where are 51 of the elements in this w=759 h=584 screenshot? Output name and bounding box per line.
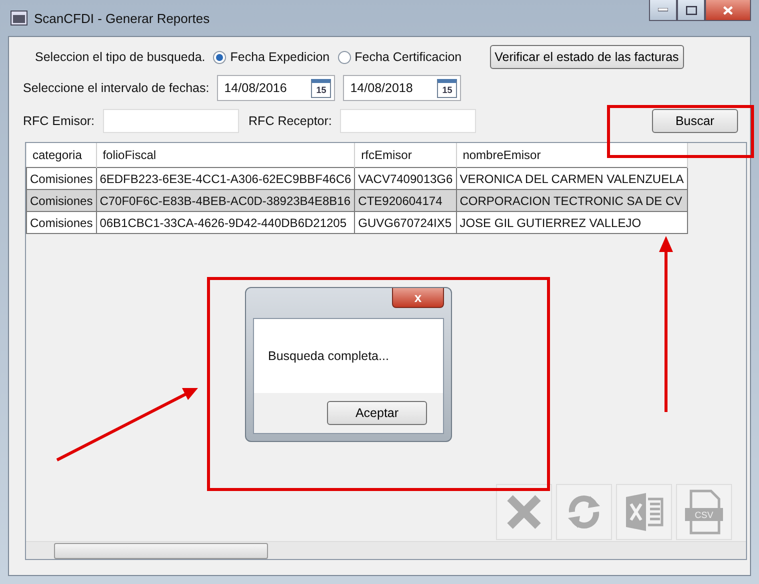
close-icon [723, 6, 733, 14]
search-type-label: Seleccion el tipo de busqueda. [35, 50, 206, 64]
column-header[interactable]: folioFiscal [96, 143, 355, 168]
table-cell: VERONICA DEL CARMEN VALENZUELA [456, 168, 688, 190]
close-button[interactable] [705, 0, 751, 21]
rfc-emisor-field[interactable] [102, 109, 239, 133]
table-cell: GUVG670724IX5 [354, 212, 456, 234]
accept-button[interactable]: Aceptar [327, 401, 427, 425]
table-cell: Comisiones [26, 168, 96, 190]
rfc-receptor-field[interactable] [340, 109, 476, 133]
maximize-icon [686, 6, 696, 14]
minimize-icon [658, 8, 668, 12]
refresh-button[interactable] [556, 484, 612, 540]
table-cell: JOSE GIL GUTIERREZ VALLEJO [456, 212, 688, 234]
clear-button[interactable] [496, 484, 552, 540]
maximize-button[interactable] [677, 0, 705, 21]
table-cell: Comisiones [26, 190, 96, 212]
date-range-label: Seleccione el intervalo de fechas: [23, 81, 210, 95]
table-cell: CTE920604174 [354, 190, 456, 212]
table-cell: CORPORACION TECTRONIC SA DE CV [456, 190, 688, 212]
verify-invoices-button[interactable]: Verificar el estado de las facturas [490, 45, 684, 69]
minimize-button[interactable] [649, 0, 677, 21]
rfc-emisor-label: RFC Emisor: [23, 114, 95, 128]
x-icon [505, 493, 543, 531]
date-picker[interactable]: 14/08/2018 15 [343, 75, 462, 101]
date-picker[interactable]: 14/08/2016 15 [217, 75, 336, 101]
column-header[interactable]: rfcEmisor [354, 143, 456, 168]
rfc-receptor-label: RFC Receptor: [248, 114, 332, 128]
excel-icon [624, 491, 664, 533]
excel-export-button[interactable] [616, 484, 672, 540]
csv-label: CSV [694, 510, 714, 520]
table-cell: VACV7409013G6 [354, 168, 456, 190]
search-button[interactable]: Buscar [652, 109, 738, 133]
search-type-radio[interactable]: Fecha Certificacion [338, 50, 462, 64]
table-row[interactable]: Comisiones C70F0F6C-E83B-4BEB-AC0D-38923B4E8B16 CTE920604174 CORPORACION TECTRONIC SA DE CV [26, 190, 688, 212]
dialog-message: Busqueda completa... [267, 348, 390, 365]
horizontal-scrollbar[interactable] [26, 541, 746, 559]
column-header[interactable]: categoria [26, 143, 96, 168]
search-type-radio[interactable]: Fecha Expedicion [213, 50, 330, 64]
app-icon [10, 10, 28, 26]
table-row[interactable]: Comisiones 6EDFB223-6E3E-4CC1-A306-62EC9BBF46C6 VACV7409013G6 VERONICA DEL CARMEN VALENZUELA [26, 168, 688, 190]
dialog-close-button[interactable]: x [392, 288, 444, 308]
window-title: ScanCFDI - Generar Reportes [34, 10, 211, 26]
table-cell: 06B1CBC1-33CA-4626-9D42-440DB6D21205 [96, 212, 355, 234]
table-cell: Comisiones [26, 212, 96, 234]
table-cell: 6EDFB223-6E3E-4CC1-A306-62EC9BBF46C6 [96, 168, 355, 190]
table-row[interactable]: Comisiones 06B1CBC1-33CA-4626-9D42-440DB6D21205 GUVG670724IX5 JOSE GIL GUTIERREZ VALLEJO [26, 212, 688, 234]
calendar-icon[interactable]: 15 [437, 78, 458, 98]
table-cell: C70F0F6C-E83B-4BEB-AC0D-38923B4E8B16 [96, 190, 355, 212]
calendar-icon[interactable]: 15 [311, 78, 332, 98]
column-header[interactable]: nombreEmisor [456, 143, 688, 168]
